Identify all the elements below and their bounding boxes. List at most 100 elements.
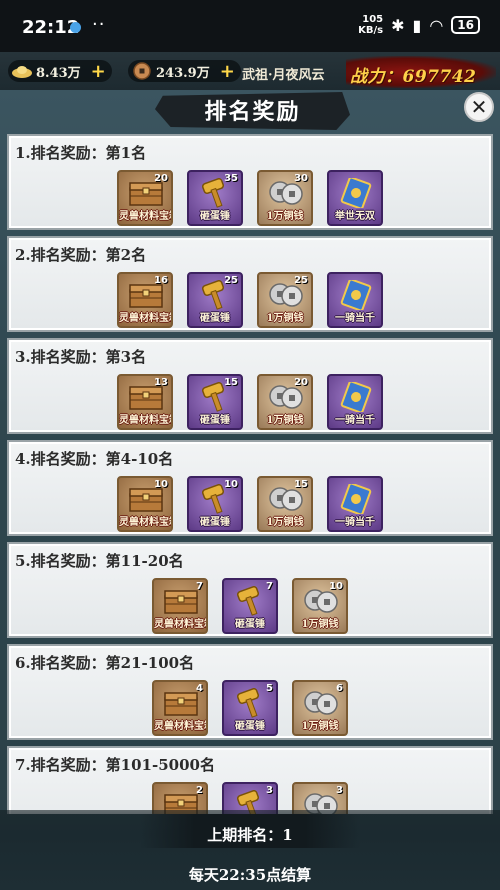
reward-item[interactable]: 25 1万铜钱: [257, 272, 313, 328]
reward-items: 7 灵兽材料宝箱 7 砸蛋锤 10 1万铜钱: [9, 578, 491, 634]
rank-reward-panel: 排名奖励 ✕ 1.排名奖励：第1名20灵兽材料宝箱35砸蛋锤301万铜钱举世无双…: [0, 90, 500, 890]
battery-icon: 16: [451, 16, 480, 34]
reward-item[interactable]: 6 1万铜钱: [292, 680, 348, 736]
reward-item[interactable]: 5 砸蛋锤: [222, 680, 278, 736]
item-name: 举世无双: [335, 211, 375, 222]
item-name: 一骑当千: [335, 313, 375, 324]
reward-card-title: 6.排名奖励：第21-100名: [15, 654, 195, 672]
reward-items: 20 灵兽材料宝箱 35 砸蛋锤 30 1万铜钱 举世无双: [9, 170, 491, 226]
item-name: 砸蛋锤: [200, 211, 230, 222]
item-count: 5: [266, 683, 273, 694]
item-count: 7: [266, 581, 273, 592]
item-count: 13: [154, 377, 168, 388]
add-coin-button[interactable]: +: [220, 61, 235, 82]
item-count: 3: [266, 785, 273, 796]
reward-item[interactable]: 13 灵兽材料宝箱: [117, 374, 173, 430]
reward-item[interactable]: 15 砸蛋锤: [187, 374, 243, 430]
reward-card: 4.排名奖励：第4-10名 10 灵兽材料宝箱 10 砸蛋锤 15 1万铜钱 一骑当千: [7, 440, 493, 536]
hammer-icon: [232, 585, 270, 616]
item-name: 1万铜钱: [301, 721, 339, 732]
reward-items: 10 灵兽材料宝箱 10 砸蛋锤 15 1万铜钱 一骑当千: [9, 476, 491, 532]
item-count: 3: [336, 785, 343, 796]
add-ingot-button[interactable]: +: [91, 61, 106, 82]
gold-ingot-icon: [10, 60, 34, 82]
power-value: 697742: [402, 67, 477, 87]
item-count: 25: [294, 275, 308, 286]
reward-item[interactable]: 一骑当千: [327, 476, 383, 532]
item-name: 1万铜钱: [266, 415, 304, 426]
reward-item[interactable]: 30 1万铜钱: [257, 170, 313, 226]
resource-bar: 8.43万 + 243.9万 + 武祖·月夜风云 战力：697742: [0, 52, 500, 90]
reward-card: 1.排名奖励：第1名 20 灵兽材料宝箱 35 砸蛋锤 30 1万铜钱 举世无双: [7, 134, 493, 230]
reward-card: 3.排名奖励：第3名 13 灵兽材料宝箱 15 砸蛋锤 20 1万铜钱 一骑当千: [7, 338, 493, 434]
item-name: 砸蛋锤: [200, 517, 230, 528]
reward-item[interactable]: 10 砸蛋锤: [187, 476, 243, 532]
bottom-info: 上期排名：1 每天22:35点结算: [0, 810, 500, 890]
item-name: 1万铜钱: [266, 517, 304, 528]
reward-card-title: 5.排名奖励：第11-20名: [15, 552, 184, 570]
item-count: 25: [224, 275, 238, 286]
item-name: 1万铜钱: [266, 313, 304, 324]
reward-card-title: 1.排名奖励：第1名: [15, 144, 147, 162]
item-count: 4: [196, 683, 203, 694]
item-count: 35: [224, 173, 238, 184]
reward-item[interactable]: 16 灵兽材料宝箱: [117, 272, 173, 328]
item-count: 20: [154, 173, 168, 184]
close-button[interactable]: ✕: [464, 92, 494, 122]
reward-item[interactable]: 一骑当千: [327, 272, 383, 328]
treasure-chest-icon: [162, 688, 200, 718]
reward-item[interactable]: 25 砸蛋锤: [187, 272, 243, 328]
item-count: 6: [336, 683, 343, 694]
item-count: 20: [294, 377, 308, 388]
app-notification-icon: [70, 22, 81, 33]
close-icon: ✕: [470, 95, 488, 119]
reward-item[interactable]: 10 1万铜钱: [292, 578, 348, 634]
wifi-icon: ◠: [429, 15, 444, 35]
hammer-icon: [232, 687, 270, 718]
power-label: 战力：: [350, 67, 403, 87]
item-name: 一骑当千: [335, 415, 375, 426]
item-name: 砸蛋锤: [235, 721, 265, 732]
reward-item[interactable]: 一骑当千: [327, 374, 383, 430]
treasure-chest-icon: [162, 586, 200, 616]
reward-card-title: 4.排名奖励：第4-10名: [15, 450, 174, 468]
item-count: 16: [154, 275, 168, 286]
reward-item[interactable]: 7 砸蛋锤: [222, 578, 278, 634]
item-count: 10: [329, 581, 343, 592]
net-speed-value: 105: [362, 14, 384, 25]
item-count: 30: [294, 173, 308, 184]
reward-card-title: 2.排名奖励：第2名: [15, 246, 147, 264]
item-name: 砸蛋锤: [200, 415, 230, 426]
ingot-resource: 8.43万 +: [8, 59, 112, 83]
net-speed-unit: KB/s: [358, 25, 384, 36]
item-name: 灵兽材料宝箱: [119, 517, 171, 528]
reward-card: 6.排名奖励：第21-100名 4 灵兽材料宝箱 5 砸蛋锤 6 1万铜钱: [7, 644, 493, 740]
reward-items: 13 灵兽材料宝箱 15 砸蛋锤 20 1万铜钱 一骑当千: [9, 374, 491, 430]
status-right: 105 KB/s ✱ ▮ ◠ 16: [358, 14, 480, 36]
reward-item[interactable]: 35 砸蛋锤: [187, 170, 243, 226]
reward-card-title: 3.排名奖励：第3名: [15, 348, 147, 366]
reward-item[interactable]: 10 灵兽材料宝箱: [117, 476, 173, 532]
title-scroll-icon: [337, 380, 375, 414]
copper-coins-icon: [302, 688, 340, 718]
item-name: 砸蛋锤: [235, 619, 265, 630]
status-bar: 22:12 ·· 105 KB/s ✱ ▮ ◠ 16: [0, 0, 500, 52]
reward-card: 7.排名奖励：第101-5000名2灵兽材料宝箱3砸蛋锤31万铜钱: [7, 746, 493, 814]
reward-item[interactable]: 15 1万铜钱: [257, 476, 313, 532]
item-count: 7: [196, 581, 203, 592]
signal-icon: ▮: [412, 15, 422, 35]
item-count: 15: [294, 479, 308, 490]
copper-coin-icon: [130, 60, 154, 82]
panel-title: 排名奖励: [204, 99, 301, 125]
reward-item[interactable]: 7 灵兽材料宝箱: [152, 578, 208, 634]
reward-item[interactable]: 20 灵兽材料宝箱: [117, 170, 173, 226]
reward-item[interactable]: 4 灵兽材料宝箱: [152, 680, 208, 736]
item-name: 1万铜钱: [301, 619, 339, 630]
reward-item[interactable]: 举世无双: [327, 170, 383, 226]
settle-time: 每天22:35点结算: [188, 866, 312, 884]
reward-list[interactable]: 1.排名奖励：第1名20灵兽材料宝箱35砸蛋锤301万铜钱举世无双2.排名奖励：…: [0, 134, 500, 814]
item-count: 10: [154, 479, 168, 490]
reward-item[interactable]: 20 1万铜钱: [257, 374, 313, 430]
bluetooth-icon: ✱: [391, 15, 405, 35]
coin-amount: 243.9万: [156, 65, 210, 81]
